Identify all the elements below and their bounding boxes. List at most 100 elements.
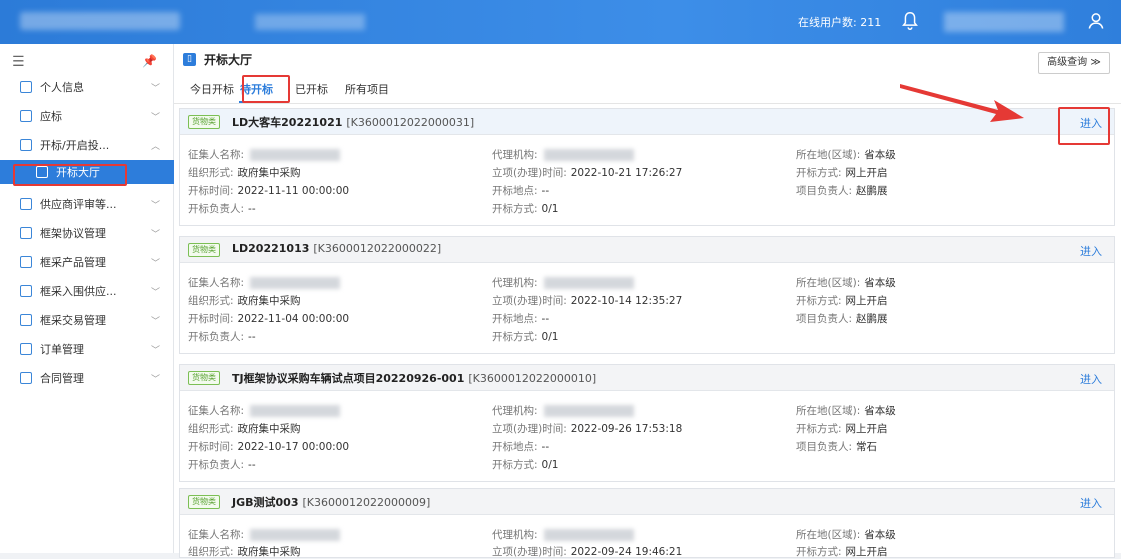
project-card: 货物类 TJ框架协议采购车辆试点项目20220926-001 [K36000120…	[179, 364, 1115, 482]
redacted-value	[543, 149, 634, 161]
sidebar-item-personal-info[interactable]: 个人信息 ﹀	[0, 73, 174, 101]
open-method-field: 开标方式: 0/1	[492, 331, 559, 343]
order-icon	[20, 343, 32, 355]
project-leader-field: 项目负责人: 赵鹏展	[796, 185, 888, 197]
region-field: 所在地(区域): 省本级	[796, 405, 896, 417]
agency-field: 代理机构:	[492, 147, 634, 162]
online-users-count: 在线用户数: 211	[798, 16, 882, 29]
chevron-down-icon: ﹀	[151, 258, 161, 269]
open-leader-field: 开标负责人: --	[188, 331, 256, 343]
open-place-field: 开标地点: --	[492, 313, 550, 325]
redacted-value	[543, 405, 634, 417]
setup-time-field: 立项(办理)时间: 2022-10-21 17:26:27	[492, 167, 683, 179]
project-leader-field: 项目负责人: 常石	[796, 441, 878, 453]
sidebar-item-bid-opening[interactable]: 开标/开启投... ︿	[0, 131, 174, 159]
sidebar-item-orders[interactable]: 订单管理 ﹀	[0, 335, 174, 363]
setup-time-field: 立项(办理)时间: 2022-10-14 12:35:27	[492, 295, 683, 307]
trade-icon	[20, 314, 32, 326]
page-title-icon: ▯	[183, 53, 196, 66]
project-name[interactable]: LD20221013 [K3600012022000022]	[232, 242, 441, 255]
setup-time-field: 立项(办理)时间: 2022-09-26 17:53:18	[492, 423, 683, 435]
org-form-field: 组织形式: 政府集中采购	[188, 167, 301, 179]
highlight-box	[242, 75, 290, 103]
enter-button[interactable]: 进入	[1080, 495, 1102, 511]
open-mode-field: 开标方式: 网上开启	[796, 295, 888, 307]
tab-all-projects[interactable]: 所有项目	[345, 81, 389, 97]
sidebar-item-contracts[interactable]: 合同管理 ﹀	[0, 364, 174, 392]
org-form-field: 组织形式: 政府集中采购	[188, 423, 301, 435]
project-name[interactable]: TJ框架协议采购车辆试点项目20220926-001 [K360001202200…	[232, 370, 596, 386]
project-code: [K3600012022000031]	[346, 116, 475, 129]
project-card: 货物类 JGB测试003 [K3600012022000009] 进入 征集人名称…	[179, 488, 1115, 558]
open-time-field: 开标时间: 2022-11-04 00:00:00	[188, 313, 350, 325]
document-icon	[20, 139, 32, 151]
open-leader-field: 开标负责人: --	[188, 459, 256, 471]
sidebar-item-framework-agreement[interactable]: 框架协议管理 ﹀	[0, 219, 174, 247]
user-name[interactable]	[944, 12, 1064, 32]
tab-opened[interactable]: 已开标	[295, 81, 328, 97]
chevron-up-icon: ︿	[151, 141, 161, 152]
open-place-field: 开标地点: --	[492, 441, 550, 453]
collector-field: 征集人名称:	[188, 403, 341, 418]
open-time-field: 开标时间: 2022-11-11 00:00:00	[188, 185, 350, 197]
open-leader-field: 开标负责人: --	[188, 203, 256, 215]
redacted-value	[543, 529, 634, 541]
open-mode-field: 开标方式: 网上开启	[796, 546, 888, 558]
sidebar-item-framework-suppliers[interactable]: 框采入围供应... ﹀	[0, 277, 174, 305]
chevron-down-icon: ﹀	[151, 345, 161, 356]
sidebar-item-framework-products[interactable]: 框采产品管理 ﹀	[0, 248, 174, 276]
project-card: 货物类 LD20221013 [K3600012022000022] 进入 征集人…	[179, 236, 1115, 354]
project-leader-field: 项目负责人: 赵鹏展	[796, 313, 888, 325]
redacted-value	[250, 277, 341, 289]
category-badge: 货物类	[188, 115, 220, 129]
project-name[interactable]: LD大客车20221021 [K3600012022000031]	[232, 114, 474, 130]
chevron-down-icon: ﹀	[151, 200, 161, 211]
person-icon	[20, 81, 32, 93]
highlight-box	[13, 164, 127, 186]
agency-field: 代理机构:	[492, 527, 634, 542]
region-field: 所在地(区域): 省本级	[796, 277, 896, 289]
enter-button[interactable]: 进入	[1080, 371, 1102, 387]
collector-field: 征集人名称:	[188, 527, 341, 542]
collector-field: 征集人名称:	[188, 275, 341, 290]
menu-toggle-icon[interactable]: ☰	[12, 54, 25, 70]
redacted-value	[250, 405, 341, 417]
open-place-field: 开标地点: --	[492, 185, 550, 197]
advanced-search-button[interactable]: 高级查询 ≫	[1038, 52, 1110, 74]
card-header: 货物类 JGB测试003 [K3600012022000009] 进入	[180, 489, 1114, 515]
open-method-field: 开标方式: 0/1	[492, 459, 559, 471]
user-icon[interactable]	[1086, 10, 1106, 32]
card-header: 货物类 LD20221013 [K3600012022000022] 进入	[180, 237, 1114, 263]
open-time-field: 开标时间: 2022-10-17 00:00:00	[188, 441, 350, 453]
category-badge: 货物类	[188, 371, 220, 385]
tab-today[interactable]: 今日开标	[190, 81, 234, 97]
highlight-box	[1058, 107, 1110, 145]
org-form-field: 组织形式: 政府集中采购	[188, 546, 301, 558]
open-method-field: 开标方式: 0/1	[492, 203, 559, 215]
supplier-icon	[20, 285, 32, 297]
chevron-down-icon: ﹀	[151, 374, 161, 385]
card-header: 货物类 TJ框架协议采购车辆试点项目20220926-001 [K36000120…	[180, 365, 1114, 391]
sidebar-item-bid[interactable]: 应标 ﹀	[0, 102, 174, 130]
sidebar-item-supplier-review[interactable]: 供应商评审等... ﹀	[0, 190, 174, 218]
project-code: [K3600012022000022]	[313, 242, 442, 255]
collector-field: 征集人名称:	[188, 147, 341, 162]
project-card: 货物类 LD大客车20221021 [K3600012022000031] 进入 …	[179, 108, 1115, 226]
review-icon	[20, 198, 32, 210]
chevron-down-icon: ﹀	[151, 316, 161, 327]
pin-icon[interactable]: 📌	[142, 54, 157, 68]
contract-icon	[20, 372, 32, 384]
chevron-down-icon: ﹀	[151, 112, 161, 123]
agreement-icon	[20, 227, 32, 239]
sidebar-item-framework-trading[interactable]: 框采交易管理 ﹀	[0, 306, 174, 334]
project-name[interactable]: JGB测试003 [K3600012022000009]	[232, 494, 430, 510]
chevron-down-icon: ﹀	[151, 83, 161, 94]
system-name	[255, 14, 365, 30]
bell-icon[interactable]	[899, 10, 921, 32]
enter-button[interactable]: 进入	[1080, 243, 1102, 259]
project-code: [K3600012022000010]	[468, 372, 597, 385]
redacted-value	[250, 529, 341, 541]
product-icon	[20, 256, 32, 268]
chevron-down-icon: ﹀	[151, 287, 161, 298]
redacted-value	[543, 277, 634, 289]
